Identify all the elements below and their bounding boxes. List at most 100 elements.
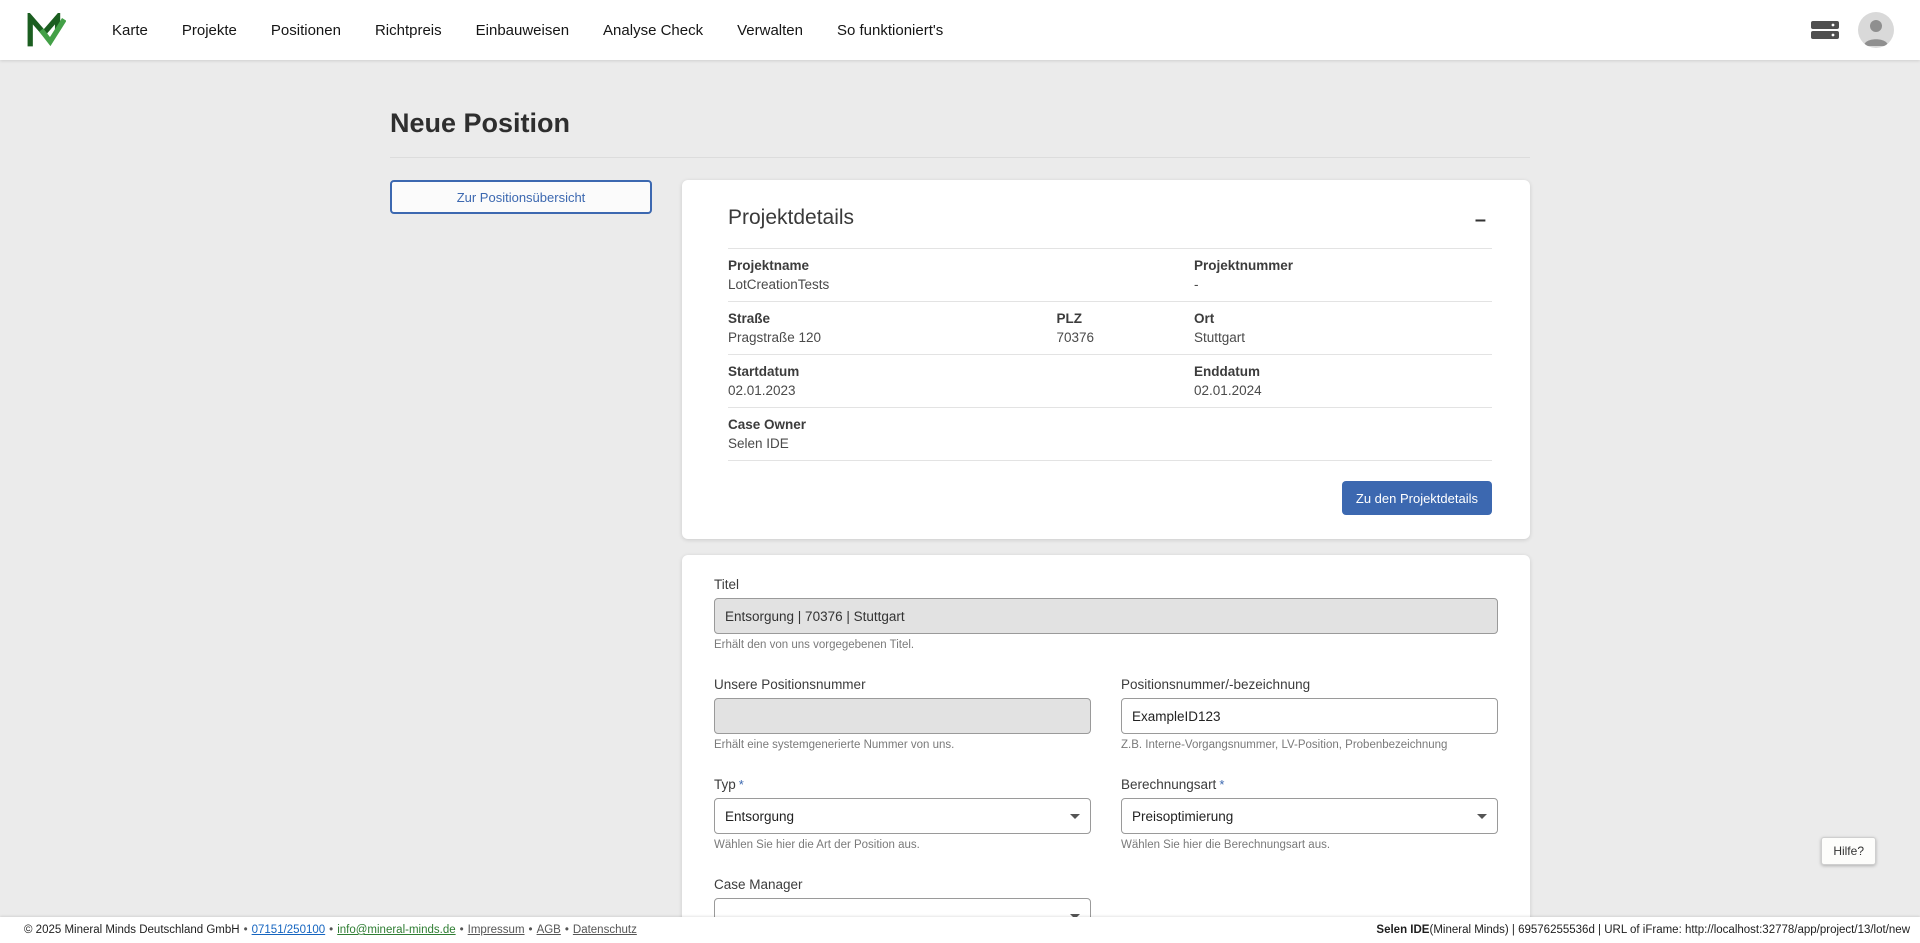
footer-email-link[interactable]: info@mineral-minds.de (337, 924, 455, 936)
form-row-type: Typ* Entsorgung Wählen Sie hier die Art … (714, 777, 1498, 851)
startdatum-value: 02.01.2023 (728, 383, 1194, 398)
projektnummer-cell: Projektnummer - (1194, 258, 1492, 292)
unsere-positionsnummer-label: Unsere Positionsnummer (714, 677, 1091, 692)
footer-separator: • (529, 924, 533, 936)
logo-icon (26, 13, 66, 47)
berechnungsart-field: Berechnungsart* Preisoptimierung Wählen … (1121, 777, 1498, 851)
left-column: Zur Positionsübersicht (390, 180, 652, 214)
mineral-minds-logo[interactable] (26, 10, 70, 50)
nav-item-einbauweisen[interactable]: Einbauweisen (476, 22, 569, 39)
nav-item-projekte[interactable]: Projekte (182, 22, 237, 39)
person-icon (1858, 12, 1894, 48)
footer-impressum-link[interactable]: Impressum (468, 924, 525, 936)
strasse-cell: Straße Pragstraße 120 (728, 311, 1057, 345)
titel-field: Titel Erhält den von uns vorgegebenen Ti… (714, 577, 1498, 651)
nav-item-analyse-check[interactable]: Analyse Check (603, 22, 703, 39)
required-marker: * (1219, 777, 1224, 792)
case-manager-label: Case Manager (714, 877, 1091, 892)
ort-label: Ort (1194, 311, 1492, 326)
help-button[interactable]: Hilfe? (1821, 837, 1876, 865)
strasse-value: Pragstraße 120 (728, 330, 1057, 345)
titel-input (714, 598, 1498, 634)
positionsnummer-bezeichnung-input[interactable] (1121, 698, 1498, 734)
enddatum-cell: Enddatum 02.01.2024 (1194, 364, 1492, 398)
new-position-form-card: Titel Erhält den von uns vorgegebenen Ti… (682, 555, 1530, 943)
positionsnummer-bezeichnung-label: Positionsnummer/-bezeichnung (1121, 677, 1498, 692)
table-row: Startdatum 02.01.2023 Enddatum 02.01.202… (728, 355, 1492, 408)
ort-value: Stuttgart (1194, 330, 1492, 345)
berechnungsart-select[interactable]: Preisoptimierung (1121, 798, 1498, 834)
form-row-numbers: Unsere Positionsnummer Erhält eine syste… (714, 677, 1498, 751)
enddatum-label: Enddatum (1194, 364, 1492, 379)
startdatum-label: Startdatum (728, 364, 1194, 379)
footer-phone-link[interactable]: 07151/250100 (252, 924, 326, 936)
project-details-card: Projektdetails – Projektname LotCreation… (682, 180, 1530, 539)
berechnungsart-label: Berechnungsart* (1121, 777, 1498, 792)
typ-hint: Wählen Sie hier die Art der Position aus… (714, 839, 1091, 851)
typ-field: Typ* Entsorgung Wählen Sie hier die Art … (714, 777, 1091, 851)
back-to-positions-button[interactable]: Zur Positionsübersicht (390, 180, 652, 214)
projektname-label: Projektname (728, 258, 1194, 273)
nav-items: Karte Projekte Positionen Richtpreis Ein… (112, 22, 943, 39)
user-avatar[interactable] (1858, 12, 1894, 48)
startdatum-cell: Startdatum 02.01.2023 (728, 364, 1194, 398)
typ-select[interactable]: Entsorgung (714, 798, 1091, 834)
strasse-label: Straße (728, 311, 1057, 326)
nav-item-verwalten[interactable]: Verwalten (737, 22, 803, 39)
berechnungsart-select-value: Preisoptimierung (1132, 809, 1233, 824)
footer-separator: • (244, 924, 248, 936)
unsere-positionsnummer-field: Unsere Positionsnummer Erhält eine syste… (714, 677, 1091, 751)
footer-separator: • (329, 924, 333, 936)
chevron-down-icon (1477, 814, 1487, 819)
nav-item-karte[interactable]: Karte (112, 22, 148, 39)
ort-cell: Ort Stuttgart (1194, 311, 1492, 345)
go-to-project-details-button[interactable]: Zu den Projektdetails (1342, 481, 1492, 515)
typ-label: Typ* (714, 777, 1091, 792)
footer-left: © 2025 Mineral Minds Deutschland GmbH • … (24, 924, 637, 936)
footer-session-info: Selen IDE (Mineral Minds) | 69576255536d… (1376, 924, 1910, 936)
navbar-right (1810, 12, 1894, 48)
nav-item-so-funktionierts[interactable]: So funktioniert's (837, 22, 943, 39)
page-title: Neue Position (390, 108, 1530, 158)
content-row: Zur Positionsübersicht Projektdetails – … (390, 180, 1530, 943)
enddatum-value: 02.01.2024 (1194, 383, 1492, 398)
plz-label: PLZ (1057, 311, 1195, 326)
table-row: Straße Pragstraße 120 PLZ 70376 Ort Stut… (728, 302, 1492, 355)
footer: © 2025 Mineral Minds Deutschland GmbH • … (0, 917, 1920, 943)
projektname-cell: Projektname LotCreationTests (728, 258, 1194, 292)
server-icon[interactable] (1810, 19, 1840, 41)
nav-item-positionen[interactable]: Positionen (271, 22, 341, 39)
projektnummer-label: Projektnummer (1194, 258, 1492, 273)
footer-separator: • (460, 924, 464, 936)
berechnungsart-hint: Wählen Sie hier die Berechnungsart aus. (1121, 839, 1498, 851)
right-column: Projektdetails – Projektname LotCreation… (682, 180, 1530, 943)
footer-copyright: © 2025 Mineral Minds Deutschland GmbH (24, 924, 240, 936)
table-row: Case Owner Selen IDE (728, 408, 1492, 461)
positionsnummer-bezeichnung-hint: Z.B. Interne-Vorgangsnummer, LV-Position… (1121, 739, 1498, 751)
footer-session-rest: (Mineral Minds) | 69576255536d | URL of … (1429, 924, 1910, 936)
page-container: Neue Position Zur Positionsübersicht Pro… (390, 60, 1530, 943)
project-card-title: Projektdetails (728, 206, 854, 230)
top-navbar: Karte Projekte Positionen Richtpreis Ein… (0, 0, 1920, 60)
required-marker: * (739, 777, 744, 792)
unsere-positionsnummer-input (714, 698, 1091, 734)
nav-item-richtpreis[interactable]: Richtpreis (375, 22, 442, 39)
table-row: Projektname LotCreationTests Projektnumm… (728, 249, 1492, 302)
plz-value: 70376 (1057, 330, 1195, 345)
footer-datenschutz-link[interactable]: Datenschutz (573, 924, 637, 936)
case-owner-cell: Case Owner Selen IDE (728, 417, 1492, 451)
berechnungsart-label-text: Berechnungsart (1121, 777, 1216, 792)
project-card-header: Projektdetails – (728, 206, 1492, 234)
project-card-actions: Zu den Projektdetails (728, 481, 1492, 515)
collapse-button[interactable]: – (1469, 206, 1492, 234)
plz-cell: PLZ 70376 (1057, 311, 1195, 345)
positionsnummer-bezeichnung-field: Positionsnummer/-bezeichnung Z.B. Intern… (1121, 677, 1498, 751)
typ-label-text: Typ (714, 777, 736, 792)
case-owner-label: Case Owner (728, 417, 1492, 432)
project-details-table: Projektname LotCreationTests Projektnumm… (728, 248, 1492, 461)
footer-agb-link[interactable]: AGB (537, 924, 561, 936)
chevron-down-icon (1070, 814, 1080, 819)
case-owner-value: Selen IDE (728, 436, 1492, 451)
projektname-value: LotCreationTests (728, 277, 1194, 292)
typ-select-value: Entsorgung (725, 809, 794, 824)
